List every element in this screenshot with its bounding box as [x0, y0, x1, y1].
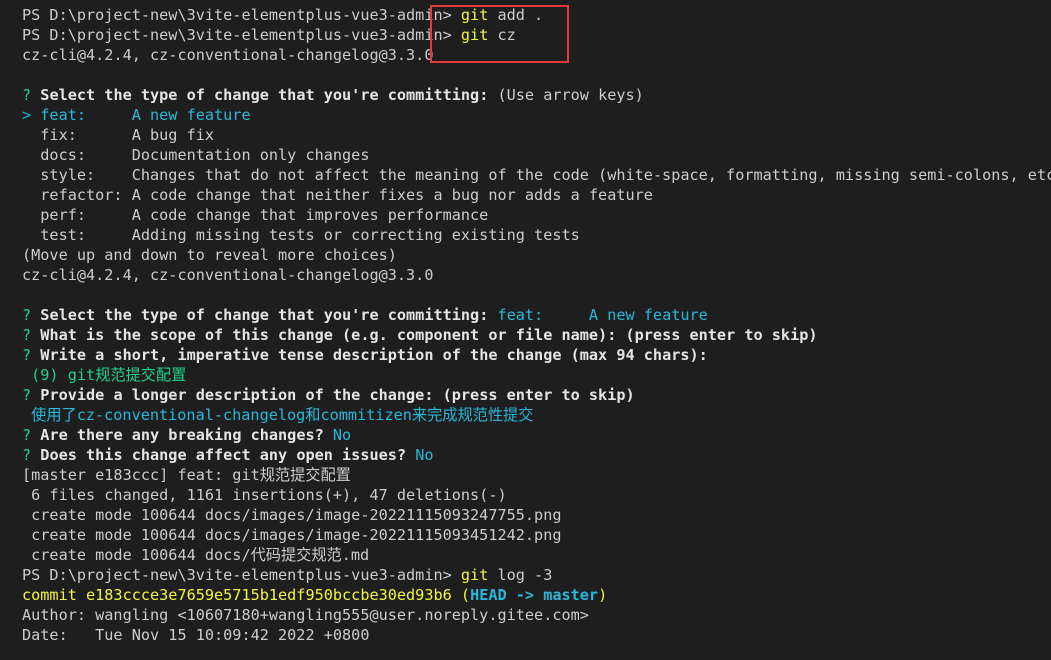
question-mark-icon: ? [22, 386, 41, 404]
prompt-input-value: 使用了cz-conventional-changelog和commitizen来… [22, 406, 534, 424]
question-mark-icon: ? [22, 426, 41, 444]
prompt-question: Provide a longer description of the chan… [40, 386, 635, 404]
create-mode-line: create mode 100644 docs/images/image-202… [22, 526, 562, 544]
head-ref: HEAD -> master [470, 586, 599, 604]
commit-stats: 6 files changed, 1161 insertions(+), 47 … [22, 486, 507, 504]
choice-item[interactable]: perf: A code change that improves perfor… [0, 205, 1051, 225]
terminal-line: ? Provide a longer description of the ch… [0, 385, 1051, 405]
terminal-line: PS D:\project-new\3vite-elementplus-vue3… [0, 5, 1051, 25]
terminal-line: PS D:\project-new\3vite-elementplus-vue3… [0, 565, 1051, 585]
create-mode-line: create mode 100644 docs/代码提交规范.md [22, 546, 370, 564]
terminal-output[interactable]: PS D:\project-new\3vite-elementplus-vue3… [0, 0, 1051, 660]
ref-paren: ( [460, 586, 471, 604]
shell-prompt: PS D:\project-new\3vite-elementplus-vue3… [22, 6, 461, 24]
question-mark-icon: ? [22, 446, 41, 464]
question-mark-icon: ? [22, 86, 41, 104]
terminal-line: cz-cli@4.2.4, cz-conventional-changelog@… [22, 46, 434, 64]
commit-hash: commit e183ccce3e7659e5715b1edf950bccbe3… [22, 586, 461, 604]
prompt-question: Select the type of change that you're co… [40, 86, 498, 104]
command-args: log -3 [488, 566, 553, 584]
commit-hash-line: commit e183ccce3e7659e5715b1edf950bccbe3… [0, 585, 1051, 605]
question-mark-icon: ? [22, 306, 41, 324]
question-mark-icon: ? [22, 326, 41, 344]
prompt-question: Select the type of change that you're co… [40, 306, 498, 324]
choice-item[interactable]: test: Adding missing tests or correcting… [0, 225, 1051, 245]
prompt-answer: feat: A new feature [497, 306, 708, 324]
choice-item[interactable]: refactor: A code change that neither fix… [0, 185, 1051, 205]
terminal-line: ? Select the type of change that you're … [0, 85, 1051, 105]
choice-item[interactable]: fix: A bug fix [0, 125, 1051, 145]
shell-prompt: PS D:\project-new\3vite-elementplus-vue3… [22, 26, 461, 44]
choices-hint: (Move up and down to reveal more choices… [22, 246, 397, 264]
terminal-line: ? Select the type of change that you're … [0, 305, 1051, 325]
command-name: git [460, 6, 489, 24]
question-mark-icon: ? [22, 346, 41, 364]
terminal-line: ? Write a short, imperative tense descri… [0, 345, 1051, 365]
terminal-line: ? What is the scope of this change (e.g.… [0, 325, 1051, 345]
commit-author: Author: wangling <10607180+wangling555@u… [22, 606, 589, 624]
terminal-line: cz-cli@4.2.4, cz-conventional-changelog@… [22, 266, 434, 284]
prompt-answer: No [332, 426, 352, 444]
choice-item[interactable]: style: Changes that do not affect the me… [0, 165, 1051, 185]
command-name: git [460, 26, 489, 44]
terminal-line: PS D:\project-new\3vite-elementplus-vue3… [0, 25, 1051, 45]
terminal-line: ? Are there any breaking changes? No [0, 425, 1051, 445]
ref-paren: ) [598, 586, 608, 604]
commit-date: Date: Tue Nov 15 10:09:42 2022 +0800 [22, 626, 370, 644]
choice-item[interactable]: docs: Documentation only changes [0, 145, 1051, 165]
prompt-question: Are there any breaking changes? [40, 426, 333, 444]
choice-selected[interactable]: > feat: A new feature [0, 105, 1051, 125]
prompt-question: Does this change affect any open issues? [40, 446, 416, 464]
prompt-answer: No [415, 446, 434, 464]
command-args: add . [488, 6, 544, 24]
prompt-question: Write a short, imperative tense descript… [40, 346, 708, 364]
command-args: cz [488, 26, 516, 44]
prompt-input-value: (9) git规范提交配置 [22, 366, 187, 384]
command-name: git [460, 566, 489, 584]
prompt-question: What is the scope of this change (e.g. c… [40, 326, 818, 344]
prompt-hint: (Use arrow keys) [497, 86, 644, 104]
terminal-line: ? Does this change affect any open issue… [0, 445, 1051, 465]
shell-prompt: PS D:\project-new\3vite-elementplus-vue3… [22, 566, 461, 584]
create-mode-line: create mode 100644 docs/images/image-202… [22, 506, 562, 524]
commit-summary: [master e183ccc] feat: git规范提交配置 [22, 466, 351, 484]
